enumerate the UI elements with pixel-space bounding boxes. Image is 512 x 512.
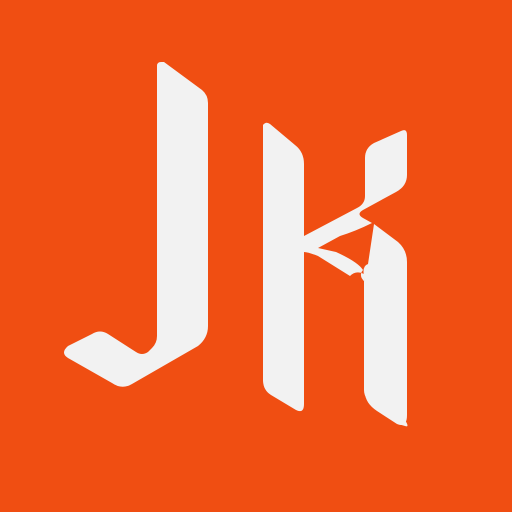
letter-k-right-leg-mark [363,224,407,425]
jk-logo: JK [0,0,512,512]
logo-background [0,0,512,512]
letter-k-stem-mark [263,122,304,412]
